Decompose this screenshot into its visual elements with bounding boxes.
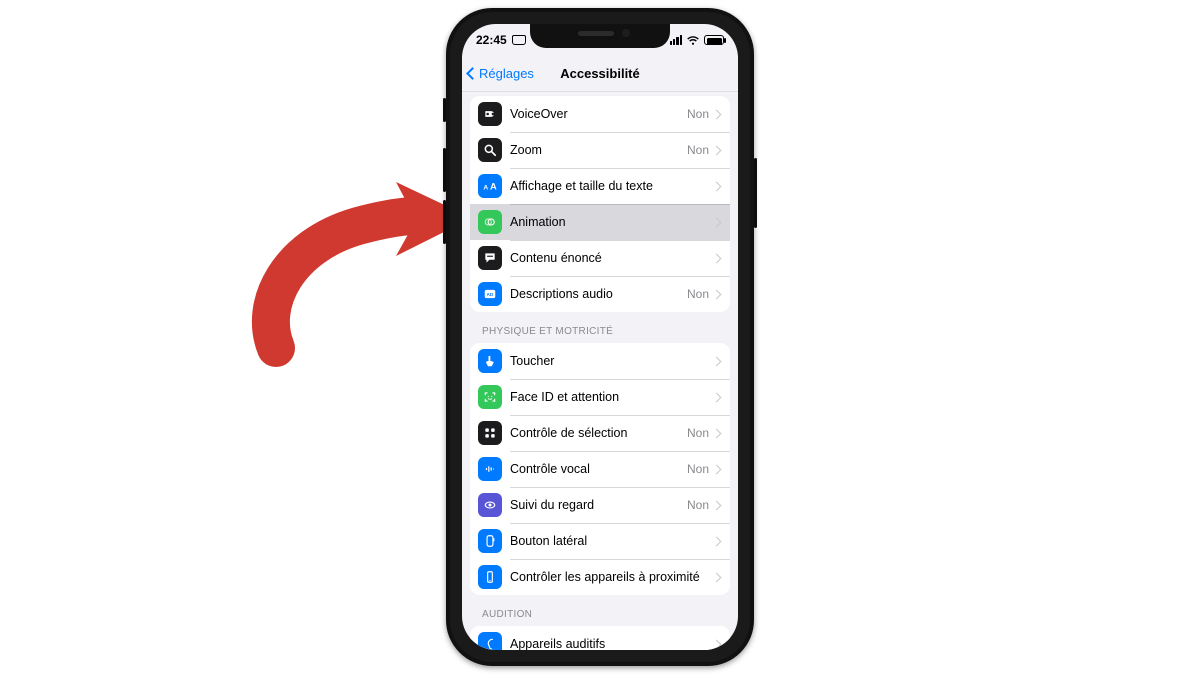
row-label: Zoom bbox=[510, 143, 687, 157]
row-display-text-size[interactable]: AA Affichage et taille du texte bbox=[470, 168, 730, 204]
hearing-devices-icon bbox=[478, 632, 502, 650]
volume-down-button bbox=[443, 200, 446, 244]
row-spoken-content[interactable]: Contenu énoncé bbox=[470, 240, 730, 276]
section-header-hearing: AUDITION bbox=[470, 595, 730, 626]
voice-control-icon bbox=[478, 457, 502, 481]
settings-scroll[interactable]: VoiceOver Non Zoom Non bbox=[462, 92, 738, 650]
chevron-right-icon bbox=[712, 356, 722, 366]
notch bbox=[530, 24, 670, 48]
face-id-icon bbox=[478, 385, 502, 409]
eye-tracking-icon bbox=[478, 493, 502, 517]
row-value: Non bbox=[687, 426, 709, 440]
row-label: Contenu énoncé bbox=[510, 251, 713, 265]
nearby-devices-icon bbox=[478, 565, 502, 589]
row-label: Suivi du regard bbox=[510, 498, 687, 512]
zoom-icon bbox=[478, 138, 502, 162]
row-side-button[interactable]: Bouton latéral bbox=[470, 523, 730, 559]
svg-text:AD: AD bbox=[487, 292, 494, 297]
row-label: Affichage et taille du texte bbox=[510, 179, 713, 193]
mute-switch bbox=[443, 98, 446, 122]
row-label: Appareils auditifs bbox=[510, 637, 713, 650]
voiceover-icon bbox=[478, 102, 502, 126]
touch-icon bbox=[478, 349, 502, 373]
row-value: Non bbox=[687, 498, 709, 512]
screen: 22:45 Réglages Accessibilité bbox=[462, 24, 738, 650]
row-label: Face ID et attention bbox=[510, 390, 713, 404]
row-label: Descriptions audio bbox=[510, 287, 687, 301]
row-zoom[interactable]: Zoom Non bbox=[470, 132, 730, 168]
row-nearby-devices[interactable]: Contrôler les appareils à proximité bbox=[470, 559, 730, 595]
speech-bubble-icon bbox=[478, 246, 502, 270]
row-motion[interactable]: Animation bbox=[470, 204, 730, 240]
row-voice-control[interactable]: Contrôle vocal Non bbox=[470, 451, 730, 487]
row-label: Contrôle de sélection bbox=[510, 426, 687, 440]
row-eye-tracking[interactable]: Suivi du regard Non bbox=[470, 487, 730, 523]
row-label: Contrôle vocal bbox=[510, 462, 687, 476]
audio-desc-icon: AD bbox=[478, 282, 502, 306]
status-time: 22:45 bbox=[476, 33, 507, 47]
text-size-icon: AA bbox=[478, 174, 502, 198]
side-button bbox=[754, 158, 757, 228]
row-value: Non bbox=[687, 462, 709, 476]
row-label: VoiceOver bbox=[510, 107, 687, 121]
canvas: 22:45 Réglages Accessibilité bbox=[0, 0, 1200, 675]
row-value: Non bbox=[687, 143, 709, 157]
chevron-right-icon bbox=[712, 500, 722, 510]
back-label: Réglages bbox=[479, 66, 534, 81]
chevron-right-icon bbox=[712, 639, 722, 649]
switch-control-icon bbox=[478, 421, 502, 445]
chevron-right-icon bbox=[712, 392, 722, 402]
cellular-signal-icon bbox=[670, 35, 682, 45]
row-faceid-attention[interactable]: Face ID et attention bbox=[470, 379, 730, 415]
chevron-right-icon bbox=[712, 428, 722, 438]
row-voiceover[interactable]: VoiceOver Non bbox=[470, 96, 730, 132]
chevron-right-icon bbox=[712, 181, 722, 191]
side-button-icon bbox=[478, 529, 502, 553]
row-label: Contrôler les appareils à proximité bbox=[510, 570, 713, 584]
chevron-right-icon bbox=[712, 253, 722, 263]
chevron-right-icon bbox=[712, 464, 722, 474]
chevron-right-icon bbox=[712, 536, 722, 546]
row-audio-descriptions[interactable]: AD Descriptions audio Non bbox=[470, 276, 730, 312]
battery-icon bbox=[704, 35, 724, 45]
back-button[interactable]: Réglages bbox=[468, 56, 534, 91]
chevron-right-icon bbox=[712, 572, 722, 582]
page-title: Accessibilité bbox=[560, 66, 640, 81]
wifi-icon bbox=[686, 35, 700, 46]
row-hearing-devices[interactable]: Appareils auditifs bbox=[470, 626, 730, 650]
volume-up-button bbox=[443, 148, 446, 192]
row-label: Toucher bbox=[510, 354, 713, 368]
carplay-icon bbox=[512, 35, 526, 45]
chevron-right-icon bbox=[712, 145, 722, 155]
svg-text:A: A bbox=[490, 181, 497, 191]
row-touch[interactable]: Toucher bbox=[470, 343, 730, 379]
chevron-right-icon bbox=[712, 217, 722, 227]
row-label: Animation bbox=[510, 215, 713, 229]
chevron-right-icon bbox=[712, 289, 722, 299]
row-value: Non bbox=[687, 287, 709, 301]
nav-bar: Réglages Accessibilité bbox=[462, 56, 738, 92]
row-value: Non bbox=[687, 107, 709, 121]
row-switch-control[interactable]: Contrôle de sélection Non bbox=[470, 415, 730, 451]
svg-text:A: A bbox=[483, 184, 488, 191]
row-label: Bouton latéral bbox=[510, 534, 713, 548]
section-header-physical: PHYSIQUE ET MOTRICITÉ bbox=[470, 312, 730, 343]
chevron-left-icon bbox=[466, 67, 479, 80]
motion-icon bbox=[478, 210, 502, 234]
chevron-right-icon bbox=[712, 109, 722, 119]
iphone-device-frame: 22:45 Réglages Accessibilité bbox=[446, 8, 754, 666]
